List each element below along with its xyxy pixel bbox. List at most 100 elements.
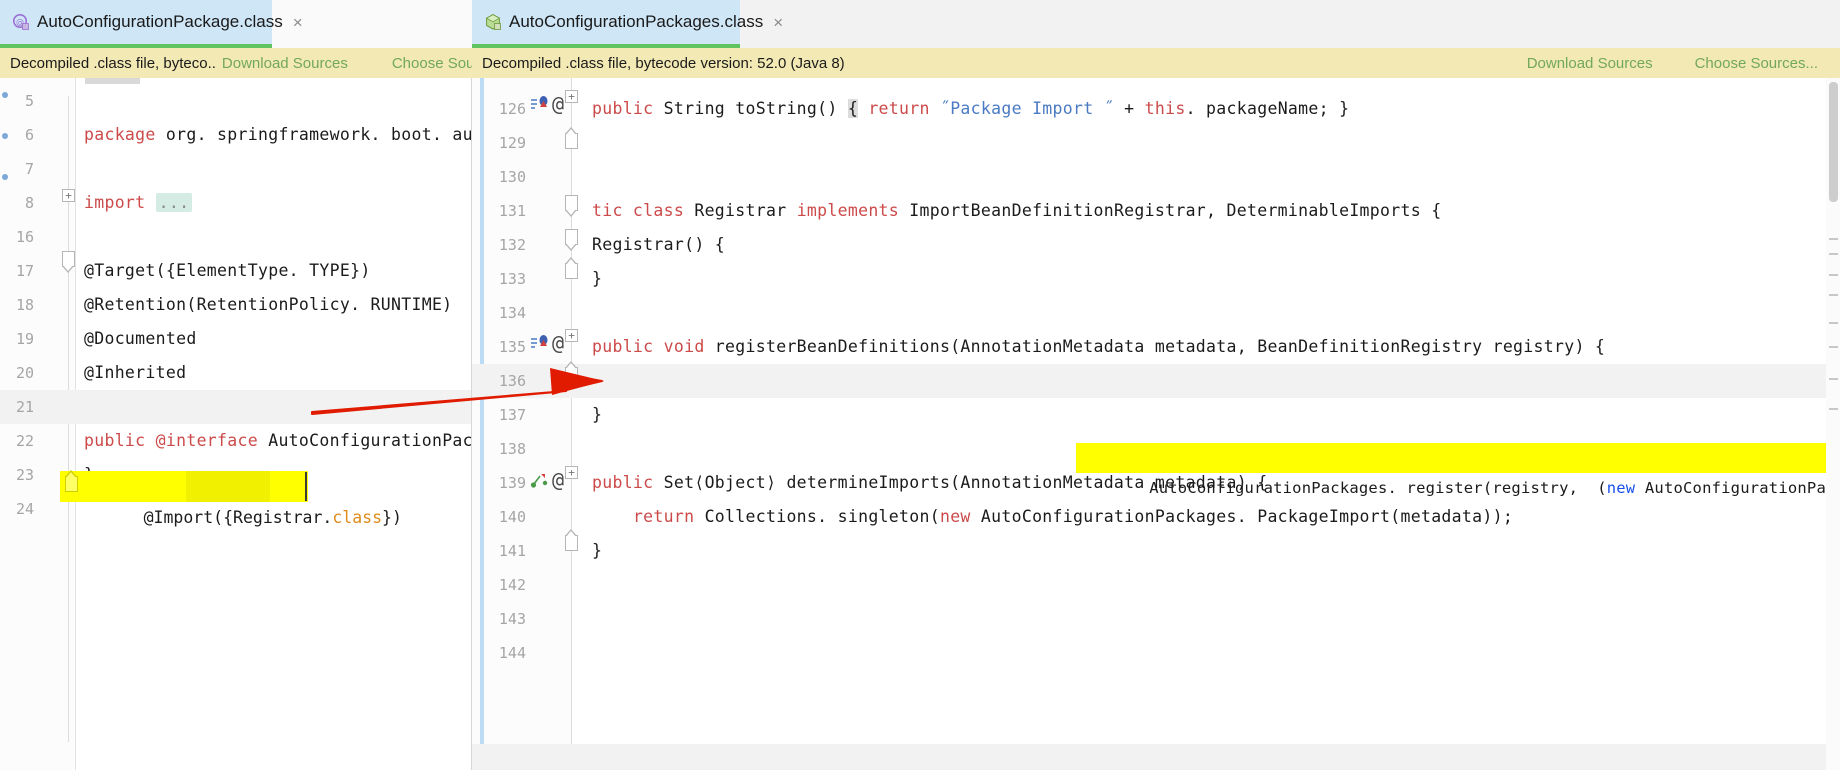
code-token: ImportBeanDefinitionRegistrar, Determina… <box>899 201 1442 220</box>
highlighted-code-left: @Import({Registrar.class}) <box>84 471 402 527</box>
code-row[interactable] <box>0 356 472 390</box>
code-token: } <box>592 541 603 560</box>
line-number: 138 <box>498 440 526 458</box>
code-row[interactable] <box>472 534 1840 568</box>
fold-collapse-icon[interactable] <box>565 127 578 149</box>
close-icon[interactable]: × <box>773 14 783 31</box>
fold-collapse-icon[interactable] <box>565 257 578 279</box>
hl-right-part1: AutoConfigurationPackages. register(regi… <box>1149 479 1607 497</box>
code-token: @Documented <box>84 329 197 348</box>
scrollbar-mark <box>1829 238 1838 240</box>
annotation-at-icon[interactable]: @ <box>552 470 564 490</box>
java-class-icon <box>484 13 502 31</box>
line-number: 8 <box>24 194 34 212</box>
vertical-scrollbar[interactable] <box>1826 78 1840 770</box>
code-row[interactable] <box>472 160 1840 194</box>
code-token: return <box>632 507 695 526</box>
scrollbar-mark <box>1829 274 1838 276</box>
fold-expand-icon[interactable]: + <box>62 189 75 202</box>
hl-left-keyword: class <box>332 508 383 527</box>
code-token: implements <box>796 201 900 220</box>
code-token: + <box>1113 99 1145 118</box>
fold-collapse-icon[interactable] <box>62 251 75 273</box>
code-row[interactable] <box>472 602 1840 636</box>
hl-left-prefix: @Import({Registrar. <box>143 508 333 527</box>
scrollbar-mark <box>1829 294 1838 296</box>
implements-method-icon[interactable] <box>530 470 552 490</box>
code-row[interactable] <box>472 364 1840 398</box>
fold-collapse-icon[interactable] <box>565 195 578 217</box>
code-token: registerBeanDefinitions(AnnotationMetada… <box>704 337 1606 356</box>
code-line-text: @Documented <box>84 322 197 356</box>
choose-sources-link[interactable]: Choose Sources... <box>1695 55 1818 72</box>
line-number: 20 <box>15 364 34 382</box>
code-row[interactable] <box>0 84 472 118</box>
fold-collapse-icon[interactable] <box>565 229 578 251</box>
code-row[interactable] <box>472 262 1840 296</box>
line-number: 6 <box>24 126 34 144</box>
line-number: 132 <box>498 236 526 254</box>
close-icon[interactable]: × <box>293 14 303 31</box>
code-line-text: } <box>592 534 602 568</box>
code-token: return <box>868 99 930 118</box>
editor-tab-bar: @ AutoConfigurationPackage.class × AutoC… <box>0 0 1840 48</box>
code-token: package <box>84 125 156 144</box>
code-token: import <box>84 193 146 212</box>
code-row[interactable] <box>472 568 1840 602</box>
code-row[interactable] <box>0 390 472 424</box>
line-number: 131 <box>498 202 526 220</box>
annotation-at-icon[interactable]: @ <box>552 333 564 353</box>
code-token: public <box>592 99 654 118</box>
code-token: AutoConfigurationPackage { <box>268 431 472 450</box>
scrollbar-mark <box>1829 378 1838 380</box>
code-token: String toString() <box>653 99 848 118</box>
code-token: AutoConfigurationPackages. PackageImport… <box>970 507 1514 526</box>
tab-autoconfigurationpackage-class[interactable]: @ AutoConfigurationPackage.class × <box>0 0 303 48</box>
code-token: . packageName; } <box>1185 99 1350 118</box>
fold-expand-icon[interactable]: + <box>565 466 578 479</box>
code-line-text: @Inherited <box>84 356 186 390</box>
editor-pane-right[interactable]: 126 public String toString() { return ˝Pa… <box>472 78 1840 770</box>
code-token: @interface <box>155 431 258 450</box>
decompiled-notification-left: Decompiled .class file, byteco.. Downloa… <box>0 48 515 78</box>
scrollbar-mark <box>1829 346 1838 348</box>
code-line-text: tic class Registrar implements ImportBea… <box>592 194 1441 228</box>
code-token: Collections. singleton( <box>694 507 940 526</box>
annotation-at-icon[interactable]: @ <box>552 94 564 114</box>
hl-right-keyword-new: new <box>1606 479 1636 497</box>
scrollbar-thumb[interactable] <box>1829 82 1838 202</box>
code-line-text: @Target({ElementType. TYPE}) <box>84 254 371 288</box>
run-method-icon[interactable] <box>530 333 552 353</box>
fold-marker-highlighted[interactable] <box>65 470 78 492</box>
code-token: @Retention(RetentionPolicy. RUNTIME) <box>84 295 453 314</box>
run-method-icon[interactable] <box>530 94 552 114</box>
highlighted-code-right: AutoConfigurationPackages. register(regi… <box>1092 443 1840 497</box>
download-sources-link[interactable]: Download Sources <box>1527 55 1653 72</box>
line-number: 141 <box>498 542 526 560</box>
line-number: 137 <box>498 406 526 424</box>
code-line-text: import ... <box>84 186 193 220</box>
code-line-text: } <box>592 262 602 296</box>
code-row[interactable] <box>0 220 472 254</box>
fold-expand-icon[interactable]: + <box>565 90 578 103</box>
code-line-text: public @interface AutoConfigurationPacka… <box>84 424 472 458</box>
download-sources-link[interactable]: Download Sources <box>222 55 348 72</box>
fold-expand-icon[interactable]: + <box>565 329 578 342</box>
code-row[interactable] <box>472 398 1840 432</box>
code-token: public <box>84 431 146 450</box>
line-number: 5 <box>24 92 34 110</box>
line-number: 134 <box>498 304 526 322</box>
code-row[interactable] <box>472 126 1840 160</box>
code-line-text: Registrar() { <box>592 228 725 262</box>
code-row[interactable] <box>472 296 1840 330</box>
fold-collapse-icon[interactable] <box>565 361 578 383</box>
line-number: 130 <box>498 168 526 186</box>
code-row[interactable] <box>472 636 1840 670</box>
scrollbar-mark <box>1829 408 1838 410</box>
tab-autoconfigurationpackages-class[interactable]: AutoConfigurationPackages.class × <box>472 0 783 48</box>
code-row[interactable] <box>0 322 472 356</box>
editor-pane-left[interactable]: 5 6 package org. springframework. boot. au… <box>0 78 472 770</box>
fold-collapse-icon[interactable] <box>565 529 578 551</box>
code-row[interactable] <box>0 152 472 186</box>
